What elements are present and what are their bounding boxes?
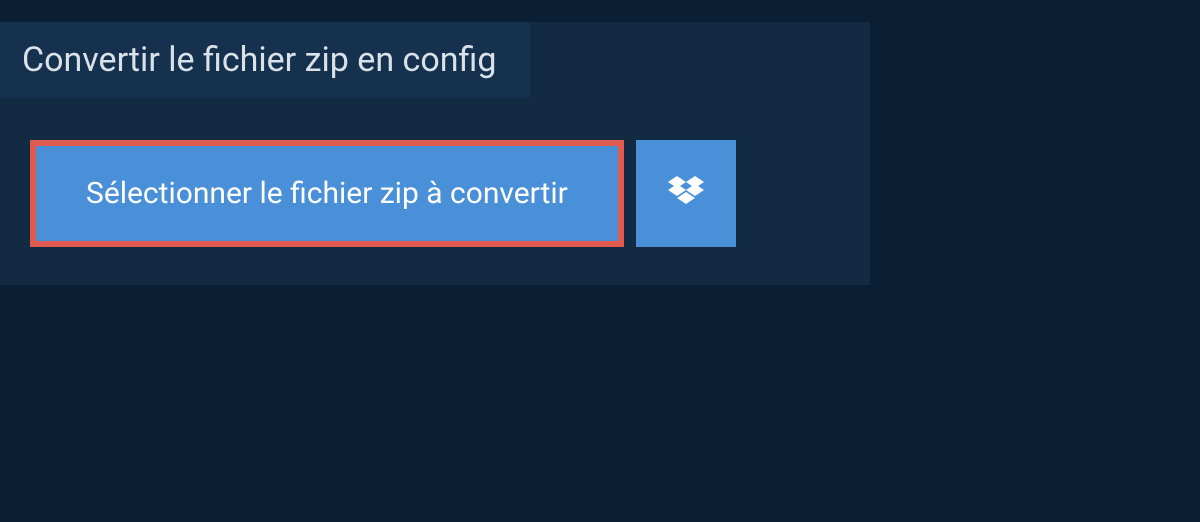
select-file-label: Sélectionner le fichier zip à convertir (86, 176, 568, 211)
page-title: Convertir le fichier zip en config (22, 40, 496, 80)
converter-panel: Convertir le fichier zip en config Sélec… (0, 22, 870, 285)
dropbox-button[interactable] (636, 140, 736, 247)
select-file-button[interactable]: Sélectionner le fichier zip à convertir (30, 140, 624, 247)
tab-header: Convertir le fichier zip en config (0, 22, 530, 98)
dropbox-icon (668, 176, 704, 212)
button-row: Sélectionner le fichier zip à convertir (30, 140, 840, 247)
